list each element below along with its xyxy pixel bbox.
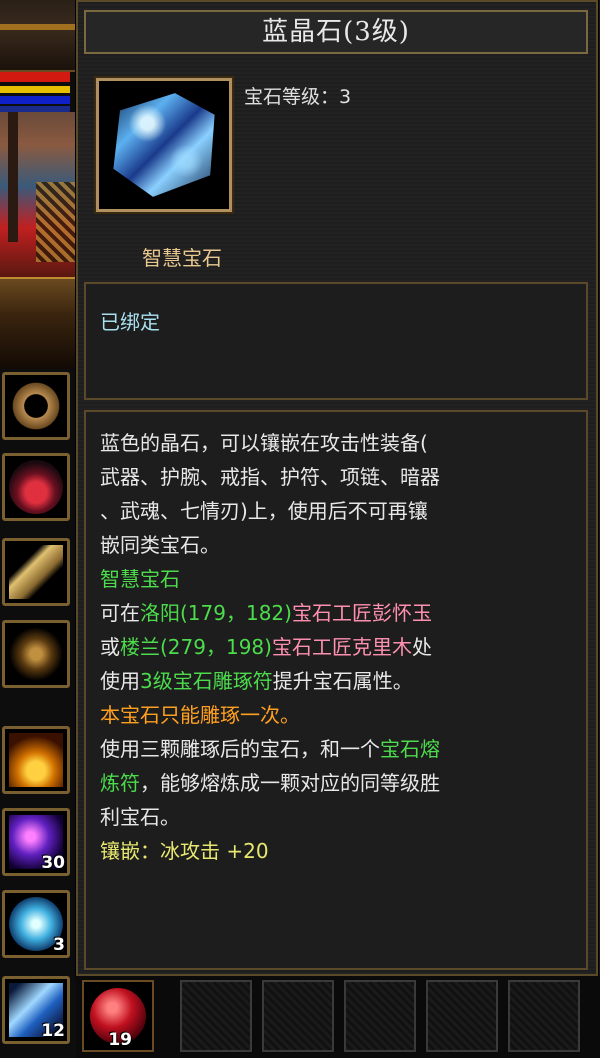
loc1-city-link[interactable]: 洛阳(179，182) (140, 601, 292, 625)
bind-section: 已绑定 (84, 282, 588, 400)
mana-bar (0, 96, 70, 104)
use-suffix: 提升宝石属性。 (272, 669, 413, 693)
hotbar-slot-2[interactable] (180, 980, 252, 1052)
description-section: 蓝色的晶石，可以镶嵌在攻击性装备( 武器、护腕、戒指、护符、项链、暗器 、武魂、… (84, 410, 588, 970)
slot-count: 12 (41, 1021, 65, 1041)
inventory-slot-necklace[interactable] (2, 453, 70, 521)
loc1-prefix: 可在 (100, 601, 140, 625)
rage-bar (0, 86, 70, 93)
description-text: 蓝色的晶石，可以镶嵌在攻击性装备( 武器、护腕、戒指、护符、项链、暗器 、武魂、… (100, 426, 576, 868)
inventory-slot-purple-orb[interactable]: 30 (2, 808, 70, 876)
fuse-suffix-a: ，能够熔炼成一颗对应的同等级胜 (140, 771, 440, 795)
gem-level: 宝石等级：3 (244, 86, 352, 108)
item-icon-frame (94, 76, 234, 214)
fuse-charm-link-a[interactable]: 宝石熔 (380, 737, 440, 761)
dragon-icon (9, 627, 63, 681)
hotbar-slot-3[interactable] (262, 980, 334, 1052)
hotbar-slot-1[interactable]: 19 (82, 980, 154, 1052)
fuse-line-2: 炼符，能够熔炼成一颗对应的同等级胜 (100, 766, 576, 800)
bind-status: 已绑定 (100, 310, 160, 334)
necklace-icon (9, 460, 63, 514)
desc-line: 蓝色的晶石，可以镶嵌在攻击性装备( (100, 431, 428, 455)
inventory-slot-dragon[interactable] (2, 620, 70, 688)
item-tooltip: 蓝晶石(3级) 宝石等级：3 智慧宝石 已绑定 蓝色的晶石，可以镶嵌在攻击性装备… (75, 0, 599, 977)
gold-pile-icon (9, 733, 63, 787)
fuse-line-3: 利宝石。 (100, 805, 180, 829)
inventory-slot-blue-gem[interactable]: 12 (2, 976, 70, 1044)
loc2-prefix: 或 (100, 635, 120, 659)
hotbar: 19 (76, 976, 600, 1058)
location-line-1: 可在洛阳(179，182)宝石工匠彭怀玉 (100, 596, 576, 630)
game-scene (0, 112, 76, 277)
blue-crystal-icon (113, 93, 215, 197)
item-header: 宝石等级：3 (84, 58, 588, 218)
loc2-city-link[interactable]: 楼兰(279，198) (120, 635, 272, 659)
inventory-slot-blue-swirl[interactable]: 3 (2, 890, 70, 958)
item-title: 蓝晶石(3级) (84, 10, 588, 54)
inventory-slot-gold[interactable] (2, 726, 70, 794)
slot-count: 19 (108, 1030, 132, 1050)
carve-once-note: 本宝石只能雕琢一次。 (100, 703, 300, 727)
hidden-weapon-icon (9, 545, 63, 599)
scene-banner (0, 0, 76, 72)
hotbar-slot-6[interactable] (508, 980, 580, 1052)
fuse-charm-link-b[interactable]: 炼符 (100, 771, 140, 795)
fuse-prefix: 使用三颗雕琢后的宝石，和一个 (100, 737, 380, 761)
strip-divider (0, 277, 76, 369)
use-line: 使用3级宝石雕琢符提升宝石属性。 (100, 664, 576, 698)
health-bar (0, 72, 70, 82)
desc-line: 、武魂、七情刃)上，使用后不可再镶 (100, 499, 428, 523)
gem-category: 智慧宝石 (100, 567, 180, 591)
desc-line: 武器、护腕、戒指、护符、项链、暗器 (100, 465, 440, 489)
slot-count: 30 (41, 853, 65, 873)
loc1-npc-link[interactable]: 宝石工匠彭怀玉 (292, 601, 432, 625)
carve-charm-link[interactable]: 3级宝石雕琢符 (140, 669, 273, 693)
loc2-suffix: 处 (411, 635, 432, 659)
loc2-npc-link[interactable]: 宝石工匠克里木 (272, 635, 412, 659)
use-prefix: 使用 (100, 669, 140, 693)
left-game-strip: 30 3 12 (0, 0, 76, 1058)
desc-line: 嵌同类宝石。 (100, 533, 220, 557)
inventory-slot-hidden-weapon[interactable] (2, 538, 70, 606)
gem-type: 智慧宝石 (142, 246, 222, 270)
hotbar-slot-4[interactable] (344, 980, 416, 1052)
ring-icon (9, 379, 63, 433)
inlay-attribute: 镶嵌：冰攻击 +20 (100, 839, 269, 863)
slot-count: 3 (53, 935, 65, 955)
fuse-line-1: 使用三颗雕琢后的宝石，和一个宝石熔 (100, 732, 576, 766)
inventory-slot-ring[interactable] (2, 372, 70, 440)
location-line-2: 或楼兰(279，198)宝石工匠克里木处 (100, 630, 576, 664)
hotbar-slot-5[interactable] (426, 980, 498, 1052)
